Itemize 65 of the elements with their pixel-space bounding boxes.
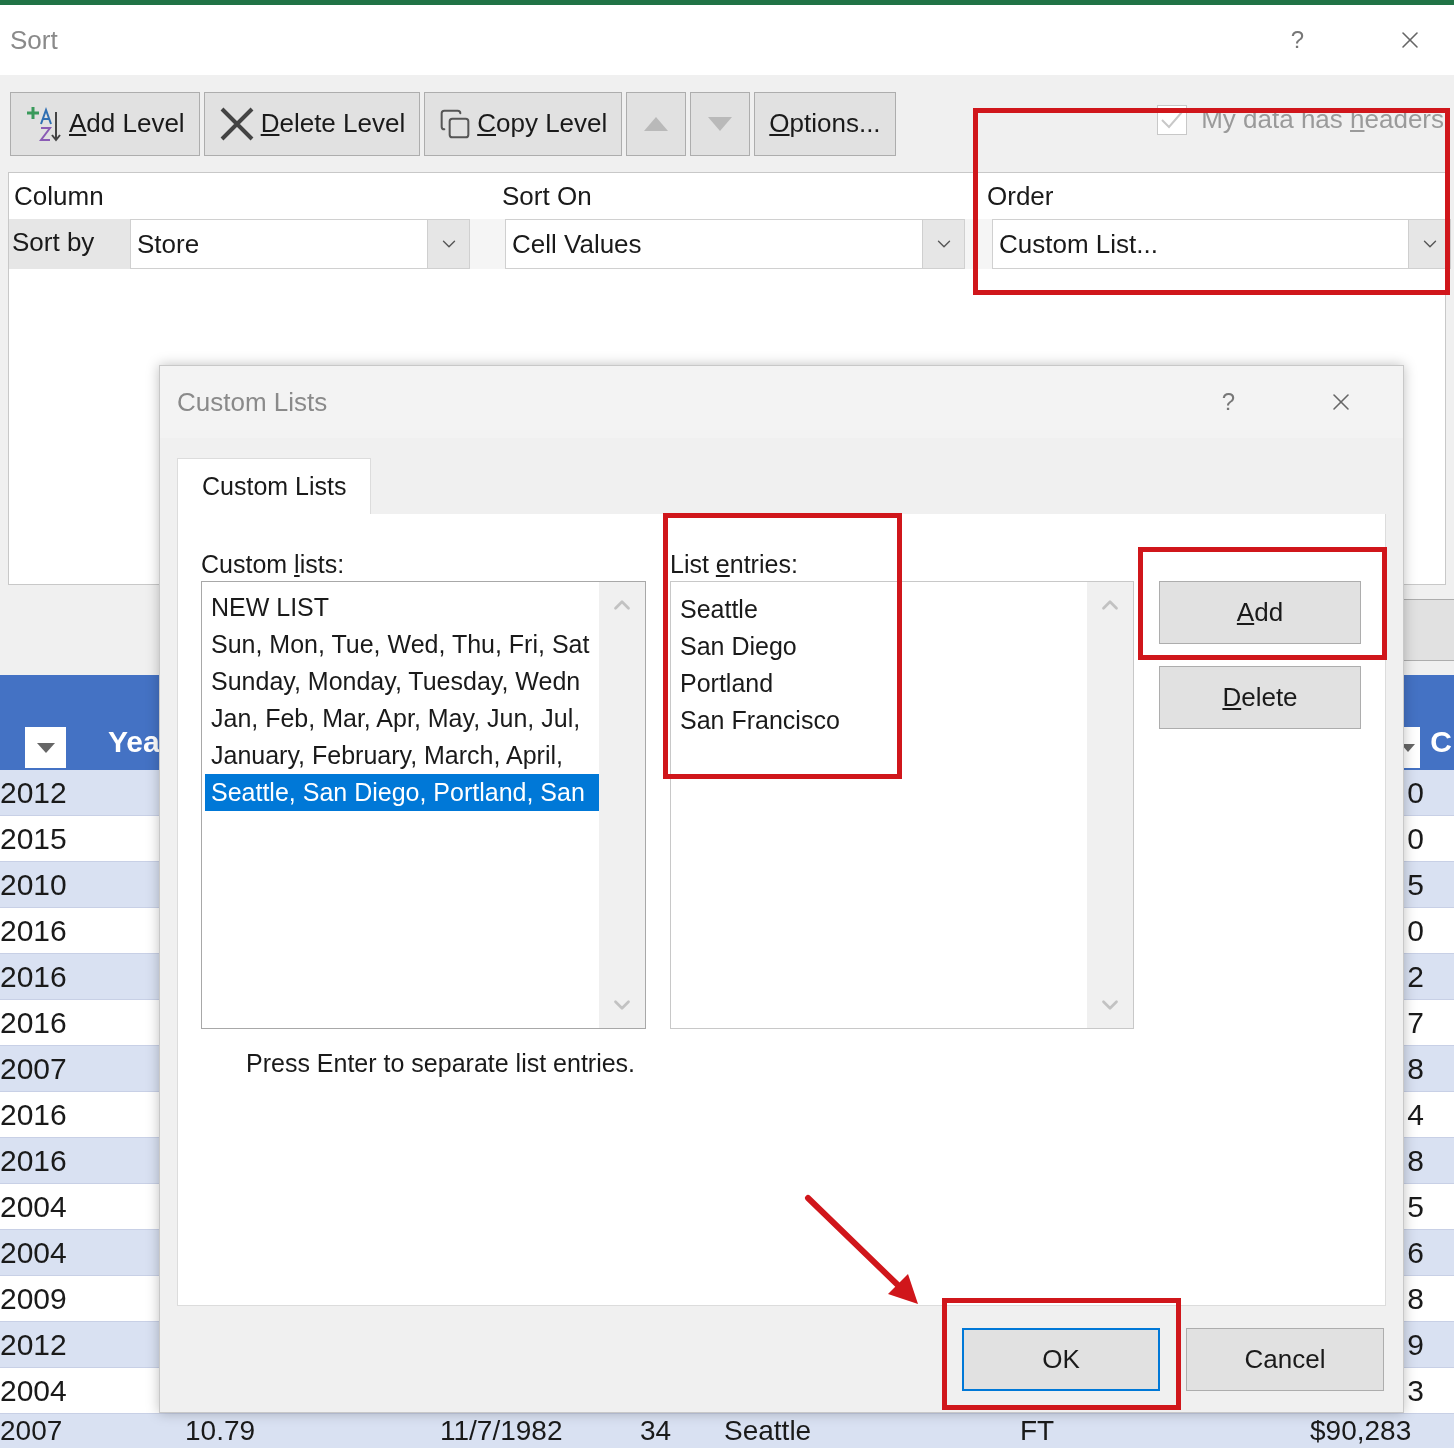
table-cell-text: 8 (1407, 1051, 1424, 1087)
column-dropdown[interactable]: Store (130, 219, 470, 269)
window-title: Sort (10, 23, 58, 57)
field-label: List entries: (670, 549, 799, 580)
table-cell-text: 10.79 (185, 1414, 257, 1446)
table-cell-text: 2007 (0, 1414, 64, 1446)
column-header: Column (13, 179, 105, 213)
help-button[interactable]: ? (1290, 22, 1304, 58)
table-cell-text: 8 (1407, 1143, 1424, 1179)
table-cell-text: 2 (1407, 959, 1424, 995)
list-entries-field[interactable]: Seattle San Diego Portland San Francisco (670, 581, 1134, 1029)
table-cell-text: 34 (640, 1414, 673, 1446)
table-cell-text: 5 (1407, 1189, 1424, 1225)
help-button[interactable]: ? (1221, 384, 1235, 420)
table-cell-text: 11/7/1982 (440, 1414, 564, 1446)
table-cell-text: Seattle (724, 1414, 813, 1446)
table-cell-text: FT (1020, 1414, 1056, 1446)
column-header: C (1430, 724, 1452, 760)
table-cell-text: 7 (1407, 1005, 1424, 1041)
delete-level-button[interactable]: Delete Level (203, 91, 421, 156)
copy-level-button[interactable]: Copy Level (424, 91, 623, 156)
list-item[interactable]: NEW LIST (205, 589, 599, 626)
window-title: Custom Lists (177, 385, 328, 419)
table-cell-text: 5 (1407, 867, 1424, 903)
column-header: Yea (108, 724, 160, 760)
field-label: Custom lists: (201, 549, 346, 580)
triangle-down-icon (708, 116, 733, 131)
list-item[interactable]: Jan, Feb, Mar, Apr, May, Jun, Jul, (205, 700, 599, 737)
check-icon (1161, 110, 1184, 129)
ok-button[interactable]: OK (962, 1328, 1160, 1391)
copy-icon (439, 107, 472, 140)
entry-line: San Diego (680, 631, 798, 662)
entry-line: San Francisco (680, 705, 841, 736)
row-label: Sort by (9, 219, 130, 269)
sort-on-dropdown[interactable]: Cell Values (505, 219, 965, 269)
order-dropdown[interactable]: Custom List... (992, 219, 1451, 269)
table-cell-text: 9 (1407, 1327, 1424, 1363)
close-icon (218, 105, 255, 142)
hint-text: Press Enter to separate list entries. (246, 1048, 637, 1079)
tab[interactable]: Custom Lists (177, 458, 372, 514)
add-level-button[interactable]: Add Level (10, 91, 200, 156)
custom-lists-listbox[interactable]: NEW LIST Sun, Mon, Tue, Wed, Thu, Fri, Sat Sunday, Monday, Tuesday, Wedn Jan, Feb, Mar, Apr, May, Jun, Jul, January, February, March, April, Seattle, San Diego, Portland, San (201, 581, 646, 1029)
delete-button[interactable]: Delete (1159, 666, 1361, 729)
filter-button[interactable] (25, 727, 66, 768)
table-cell-text: 3 (1407, 1373, 1424, 1409)
cancel-button[interactable]: Cancel (1186, 1328, 1384, 1391)
list-item[interactable]: Sun, Mon, Tue, Wed, Thu, Fri, Sat (205, 626, 599, 663)
options-button[interactable]: Options... (754, 91, 896, 156)
table-cell-text: 0 (1407, 775, 1424, 811)
table-cell-text: 4 (1407, 1097, 1424, 1133)
entry-line: Seattle (680, 594, 759, 625)
table-cell-text: 8 (1407, 1281, 1424, 1317)
triangle-down-icon (36, 742, 55, 753)
list-item[interactable]: Seattle, San Diego, Portland, San (205, 774, 599, 811)
add-button[interactable]: Add (1159, 581, 1361, 644)
table-cell-text: 0 (1407, 821, 1424, 857)
column-header: Sort On (501, 179, 593, 213)
table-cell: $90,283 (1310, 1414, 1412, 1446)
list-item[interactable]: Sunday, Monday, Tuesday, Wedn (205, 663, 599, 700)
column-header: Order (986, 179, 1055, 213)
table-cell-text: 6 (1407, 1235, 1424, 1271)
triangle-up-icon (644, 116, 669, 131)
list-item[interactable]: January, February, March, April, (205, 737, 599, 774)
table-cell-text: 0 (1407, 913, 1424, 949)
entry-line: Portland (680, 668, 775, 699)
